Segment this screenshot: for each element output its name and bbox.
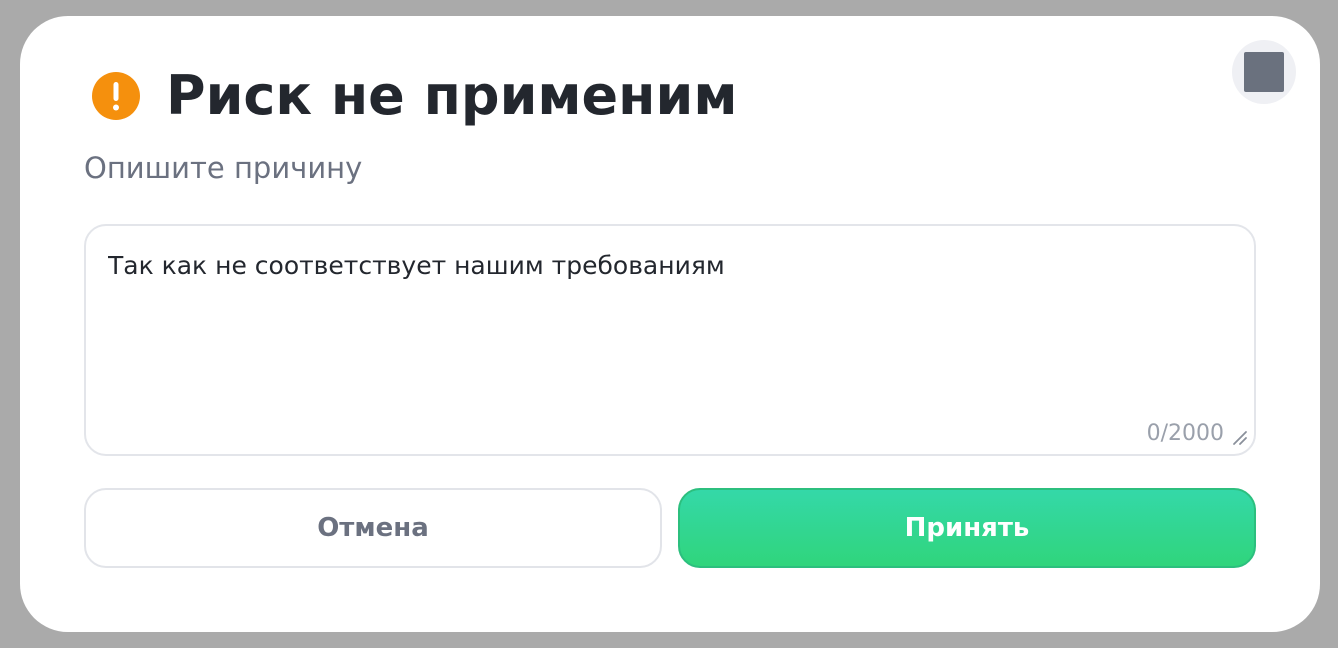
accept-button[interactable]: Принять — [678, 488, 1256, 568]
reason-field[interactable]: Так как не соответствует нашим требовани… — [84, 224, 1256, 456]
warning-icon — [92, 72, 140, 120]
dialog-subtitle: Опишите причину — [84, 151, 363, 185]
character-counter: 0/2000 — [1146, 421, 1224, 446]
reason-textarea[interactable]: Так как не соответствует нашим требовани… — [108, 248, 1208, 398]
risk-dialog: Риск не применим Опишите причину Так как… — [20, 16, 1320, 632]
resize-handle-icon[interactable] — [1232, 430, 1248, 446]
cancel-button[interactable]: Отмена — [84, 488, 662, 568]
close-icon[interactable] — [1244, 52, 1284, 92]
close-button[interactable] — [1232, 40, 1296, 104]
dialog-title: Риск не применим — [166, 64, 738, 127]
dialog-header: Риск не применим — [92, 68, 737, 124]
